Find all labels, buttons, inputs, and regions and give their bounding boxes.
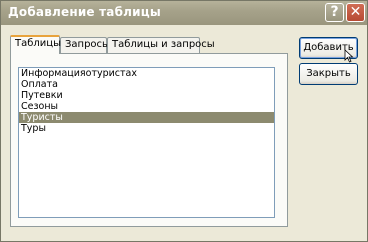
list-item[interactable]: Путевки [19, 90, 274, 101]
close-button[interactable]: Закрыть [299, 63, 358, 85]
tab-tables[interactable]: Таблицы [10, 35, 61, 54]
help-button[interactable]: ? [325, 3, 344, 22]
list-item[interactable]: Сезоны [19, 101, 274, 112]
list-item[interactable]: Оплата [19, 79, 274, 90]
close-window-button[interactable]: ✕ [346, 3, 365, 22]
add-table-dialog: Добавление таблицы ? ✕ Таблицы Запросы Т… [0, 0, 368, 242]
tables-listbox[interactable]: Информацияотуристах Оплата Путевки Сезон… [18, 67, 275, 218]
list-item[interactable]: Туры [19, 123, 274, 134]
tab-tables-and-queries[interactable]: Таблицы и запросы [107, 37, 215, 53]
tab-panel: Информацияотуристах Оплата Путевки Сезон… [10, 53, 288, 227]
list-item-selected[interactable]: Туристы [19, 112, 274, 123]
window-title: Добавление таблицы [8, 5, 161, 19]
mouse-cursor-icon [344, 49, 354, 63]
title-bar[interactable]: Добавление таблицы ? ✕ [1, 1, 367, 25]
list-item[interactable]: Информацияотуристах [19, 68, 274, 79]
tab-queries[interactable]: Запросы [60, 37, 110, 53]
